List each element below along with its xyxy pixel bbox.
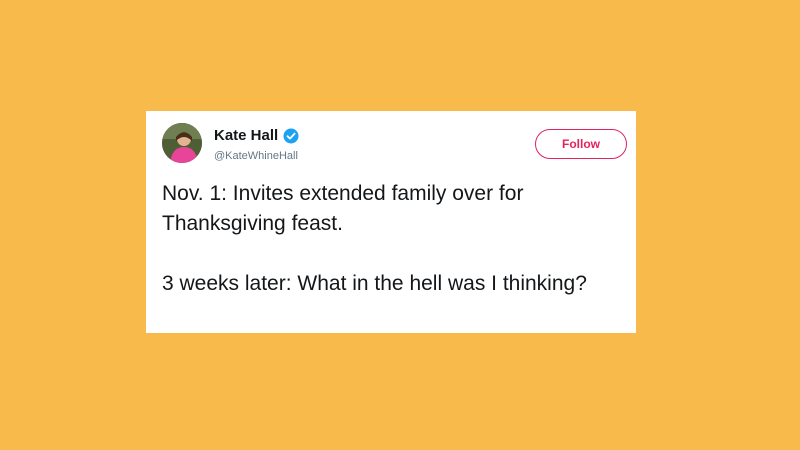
user-handle[interactable]: @KateWhineHall — [214, 149, 298, 163]
display-name[interactable]: Kate Hall — [214, 127, 278, 145]
author-row: Kate Hall — [214, 127, 299, 145]
tweet-card: Kate Hall @KateWhineHall Follow Nov. 1: … — [146, 111, 636, 333]
avatar-photo — [162, 123, 202, 163]
tweet-text: Nov. 1: Invites extended family over for… — [162, 182, 587, 295]
follow-button[interactable]: Follow — [535, 129, 627, 159]
avatar[interactable] — [162, 123, 202, 163]
verified-badge-icon — [283, 128, 299, 144]
